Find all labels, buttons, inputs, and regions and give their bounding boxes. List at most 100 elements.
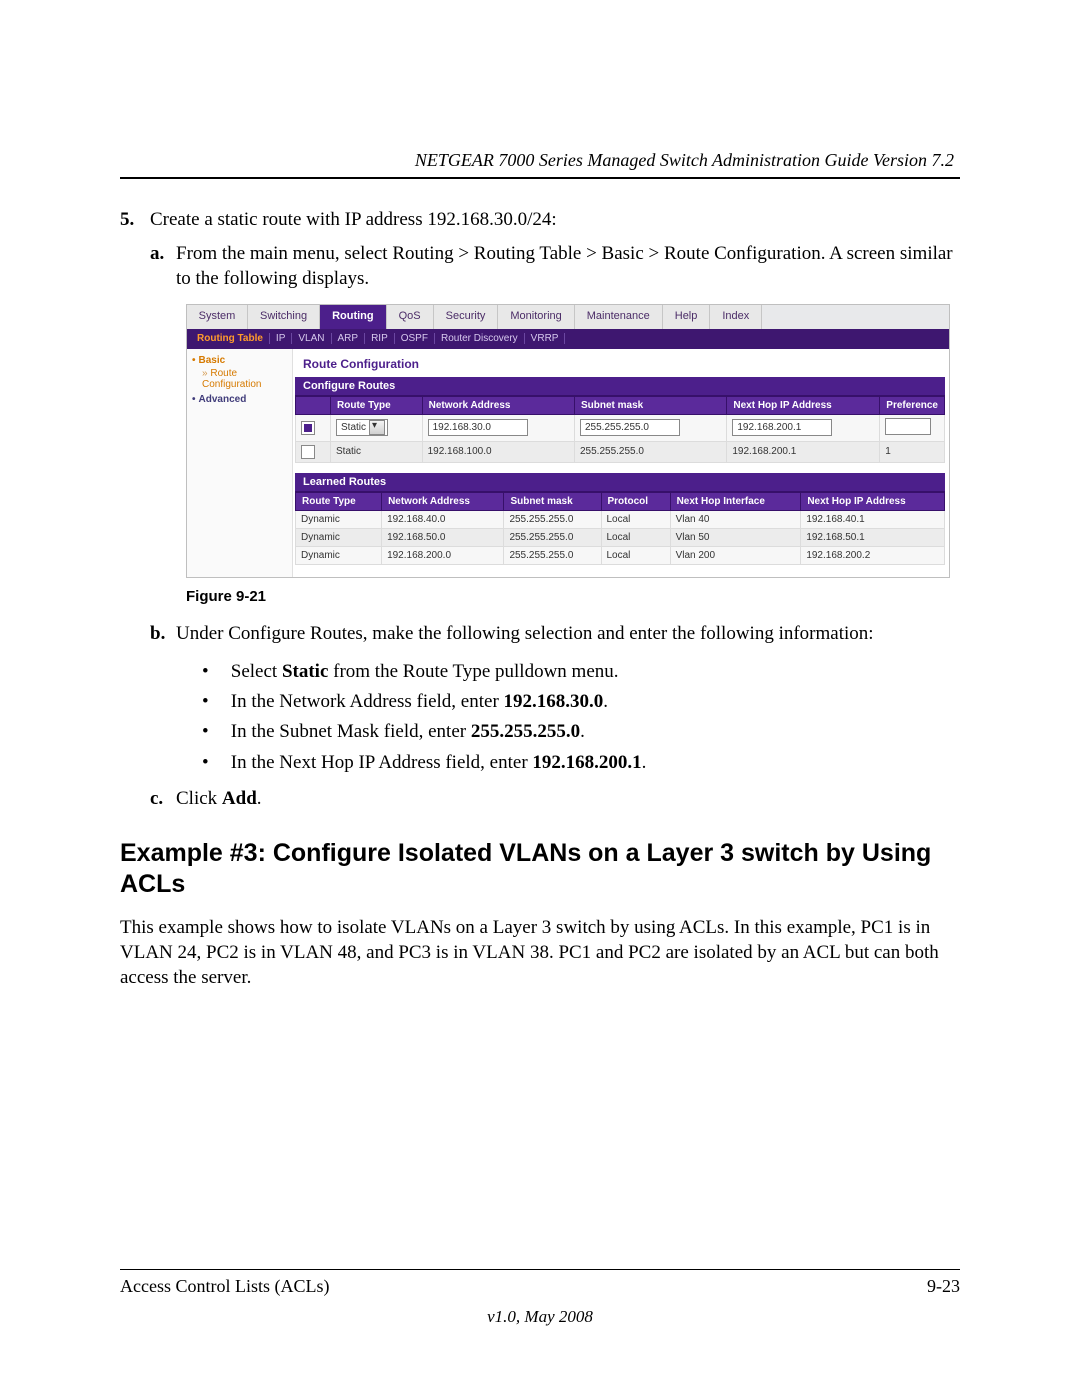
cell: Vlan 50 [670, 528, 801, 546]
subtab-vlan[interactable]: VLAN [292, 333, 331, 344]
text: . [603, 691, 608, 712]
col-next-hop: Next Hop IP Address [727, 396, 880, 414]
learned-routes-table: Route Type Network Address Subnet mask P… [295, 492, 945, 565]
cell: 192.168.200.0 [382, 546, 504, 564]
configure-routes-header: Configure Routes [295, 377, 945, 396]
tab-index[interactable]: Index [710, 305, 762, 329]
table-row: Static 192.168.30.0 255.255.255.0 192.16… [296, 414, 945, 441]
text-bold: 255.255.255.0 [471, 721, 580, 742]
subtab-rip[interactable]: RIP [365, 333, 395, 344]
text: . [642, 752, 647, 773]
cell: Local [601, 546, 670, 564]
lcol-subnet-mask: Subnet mask [504, 492, 601, 510]
footer-version: v1.0, May 2008 [120, 1307, 960, 1327]
list-item: In the Next Hop IP Address field, enter … [202, 748, 874, 778]
cell: 192.168.40.0 [382, 510, 504, 528]
subtab-vrrp[interactable]: VRRP [525, 333, 566, 344]
tab-help[interactable]: Help [663, 305, 711, 329]
cell: Local [601, 510, 670, 528]
subtab-arp[interactable]: ARP [332, 333, 366, 344]
list-item: In the Network Address field, enter 192.… [202, 687, 874, 717]
cell: Local [601, 528, 670, 546]
route-configuration-screenshot: System Switching Routing QoS Security Mo… [186, 304, 950, 578]
route-type-value: Static [341, 422, 366, 433]
step-5-text: Create a static route with IP address 19… [150, 207, 557, 233]
cell: 192.168.40.1 [801, 510, 945, 528]
step-5a-text: From the main menu, select Routing > Rou… [176, 241, 960, 292]
preference-input[interactable] [885, 418, 931, 435]
tab-routing[interactable]: Routing [320, 305, 387, 329]
next-hop-input[interactable]: 192.168.200.1 [732, 419, 832, 436]
text-bold: 192.168.200.1 [532, 752, 641, 773]
cell: 255.255.255.0 [504, 546, 601, 564]
footer-left: Access Control Lists (ACLs) [120, 1276, 329, 1297]
route-type-select[interactable]: Static [336, 419, 388, 436]
subnet-mask-input[interactable]: 255.255.255.0 [580, 419, 680, 436]
section-paragraph: This example shows how to isolate VLANs … [120, 915, 960, 991]
tab-system[interactable]: System [187, 305, 248, 329]
step-5-marker: 5. [120, 207, 150, 233]
running-header: NETGEAR 7000 Series Managed Switch Admin… [120, 150, 960, 171]
col-network-address: Network Address [422, 396, 574, 414]
lcol-next-hop-ip: Next Hop IP Address [801, 492, 945, 510]
footer-right: 9-23 [927, 1276, 960, 1297]
subtab-router-discovery[interactable]: Router Discovery [435, 333, 525, 344]
step-5b-text: Under Configure Routes, make the followi… [176, 623, 874, 644]
row1-checkbox[interactable] [301, 421, 315, 435]
row2-subnet-mask: 255.255.255.0 [574, 441, 726, 462]
tab-maintenance[interactable]: Maintenance [575, 305, 663, 329]
col-subnet-mask: Subnet mask [574, 396, 726, 414]
table-row: Static 192.168.100.0 255.255.255.0 192.1… [296, 441, 945, 462]
network-address-input[interactable]: 192.168.30.0 [428, 419, 528, 436]
subtab-routing-table[interactable]: Routing Table [191, 333, 270, 344]
text: In the Next Hop IP Address field, enter [231, 752, 533, 773]
learned-routes-header: Learned Routes [295, 473, 945, 492]
text: In the Subnet Mask field, enter [231, 721, 471, 742]
row2-network-address: 192.168.100.0 [422, 441, 574, 462]
step-5b-marker: b. [150, 621, 176, 778]
table-row: Dynamic 192.168.40.0 255.255.255.0 Local… [296, 510, 945, 528]
table-row: Dynamic 192.168.200.0 255.255.255.0 Loca… [296, 546, 945, 564]
table-row: Dynamic 192.168.50.0 255.255.255.0 Local… [296, 528, 945, 546]
list-item: Select Static from the Route Type pulldo… [202, 657, 874, 687]
sidebar-item-route-configuration[interactable]: Route Configuration [202, 368, 288, 390]
col-preference: Preference [880, 396, 945, 414]
row2-checkbox[interactable] [301, 445, 315, 459]
step-5a-marker: a. [150, 241, 176, 292]
panel-title: Route Configuration [303, 357, 945, 371]
chevron-down-icon[interactable] [369, 420, 385, 435]
row2-route-type: Static [331, 441, 423, 462]
lcol-network-address: Network Address [382, 492, 504, 510]
text: . [257, 788, 262, 809]
text: from the Route Type pulldown menu. [328, 661, 618, 682]
lcol-route-type: Route Type [296, 492, 382, 510]
main-panel: Route Configuration Configure Routes Rou… [293, 349, 949, 577]
text: . [580, 721, 585, 742]
cell: 192.168.200.2 [801, 546, 945, 564]
cell: Dynamic [296, 528, 382, 546]
row2-next-hop: 192.168.200.1 [727, 441, 880, 462]
lcol-protocol: Protocol [601, 492, 670, 510]
step-5c-text: Click Add. [176, 788, 262, 810]
sidebar-item-advanced[interactable]: Advanced [192, 394, 288, 405]
text-bold: Static [282, 661, 328, 682]
cell: 192.168.50.0 [382, 528, 504, 546]
text-bold: Add [222, 788, 257, 809]
tab-switching[interactable]: Switching [248, 305, 320, 329]
cell: 255.255.255.0 [504, 510, 601, 528]
bullet-list: Select Static from the Route Type pulldo… [176, 657, 874, 779]
row2-preference: 1 [880, 441, 945, 462]
lcol-next-hop-interface: Next Hop Interface [670, 492, 801, 510]
cell: 255.255.255.0 [504, 528, 601, 546]
subtab-ospf[interactable]: OSPF [395, 333, 435, 344]
header-rule [120, 177, 960, 179]
configure-routes-table: Route Type Network Address Subnet mask N… [295, 396, 945, 463]
tab-qos[interactable]: QoS [387, 305, 434, 329]
tab-monitoring[interactable]: Monitoring [498, 305, 574, 329]
text: Select [231, 661, 282, 682]
col-route-type: Route Type [331, 396, 423, 414]
tab-security[interactable]: Security [434, 305, 499, 329]
subtab-ip[interactable]: IP [270, 333, 292, 344]
sidebar-item-basic[interactable]: Basic [192, 355, 288, 366]
text: Click [176, 788, 222, 809]
